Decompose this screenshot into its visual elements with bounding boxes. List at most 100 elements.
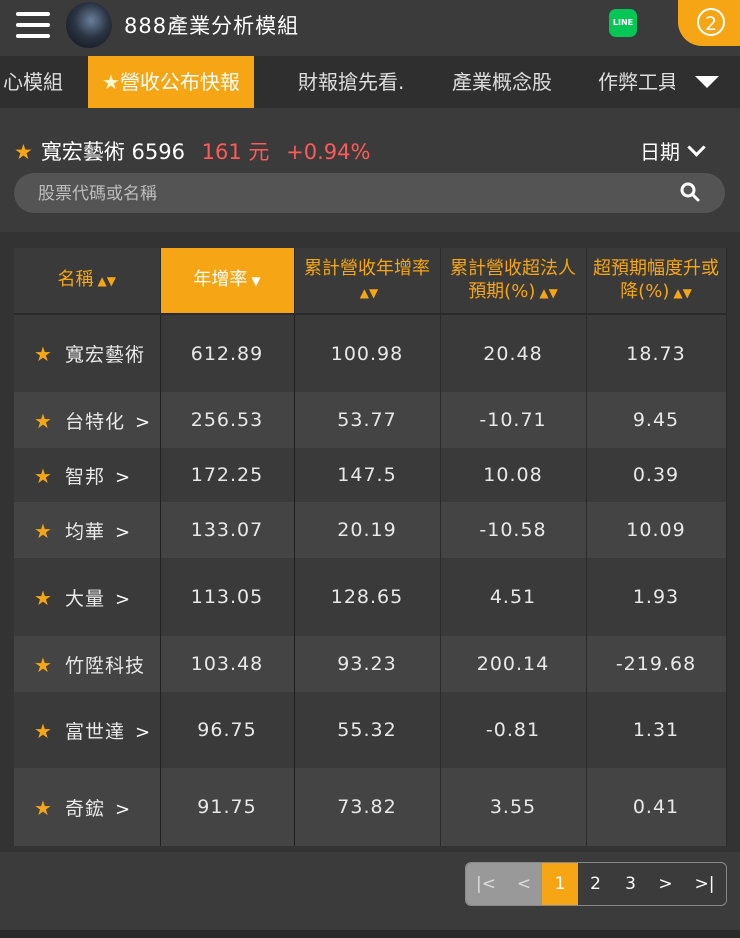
chevron-right-icon[interactable]: > — [135, 722, 151, 743]
table-row[interactable]: ★ 大量 >113.05 128.65 4.51 1.93 — [14, 558, 727, 636]
app-title: 888產業分析模組 — [124, 14, 300, 38]
column-header-label: 超預期幅度升或降(%) — [593, 257, 719, 302]
value-cell: 0.41 — [586, 768, 727, 846]
stock-name: 台特化 — [64, 410, 125, 433]
stock-name-cell[interactable]: ★ 台特化 > — [14, 392, 161, 448]
stock-name-cell[interactable]: ★ 大量 > — [14, 558, 161, 636]
module-tabs: 心模組 ★營收公布快報 財報搶先看. 產業概念股 作弊工具 — [0, 56, 740, 108]
value-cell: -219.68 — [586, 636, 727, 692]
star-icon[interactable]: ★ — [34, 653, 53, 677]
chevron-right-icon[interactable]: > — [135, 412, 151, 433]
column-header-cum-yoy[interactable]: 累計營收年增率 ▲▼ — [294, 248, 441, 315]
value-cell: 10.08 — [440, 448, 587, 502]
stock-price: 161 元 — [201, 140, 270, 164]
value-cell: 1.31 — [586, 692, 727, 768]
stock-name-cell[interactable]: ★ 奇鋐 > — [14, 768, 161, 846]
value-cell: -10.58 — [440, 502, 587, 558]
stock-name: 均華 — [64, 520, 105, 543]
stock-name: 智邦 — [64, 465, 105, 488]
prev-page-button[interactable]: < — [506, 863, 542, 905]
search-input[interactable] — [36, 178, 660, 210]
tabs-more-button[interactable] — [675, 56, 740, 108]
star-icon[interactable]: ★ — [34, 519, 53, 543]
stock-name-cell[interactable]: ★ 竹陞科技 — [14, 636, 161, 692]
value-cell: 1.93 — [586, 558, 727, 636]
star-icon[interactable]: ★ — [34, 586, 53, 610]
value-cell: 3.55 — [440, 768, 587, 846]
tab-core-module[interactable]: 心模組 — [3, 56, 63, 108]
column-header-yoy[interactable]: 年增率 ▼ — [160, 248, 295, 315]
star-icon[interactable]: ★ — [34, 464, 53, 488]
page-button-1[interactable]: 1 — [542, 863, 578, 905]
app-logo — [66, 2, 112, 48]
hamburger-menu-icon[interactable] — [16, 12, 50, 40]
value-cell: 200.14 — [440, 636, 587, 692]
value-cell: 4.51 — [440, 558, 587, 636]
sort-icon: ▲▼ — [673, 285, 692, 300]
chevron-right-icon[interactable]: > — [115, 589, 131, 610]
star-icon[interactable]: ★ — [34, 342, 53, 366]
star-icon: ★ — [102, 70, 120, 94]
table-row[interactable]: ★ 竹陞科技 103.48 93.23 200.14 -219.68 — [14, 636, 727, 692]
table-row[interactable]: ★ 均華 >133.07 20.19 -10.58 10.09 — [14, 502, 727, 558]
value-cell: 128.65 — [294, 558, 441, 636]
tab-revenue-flash[interactable]: ★營收公布快報 — [88, 56, 254, 108]
chevron-right-icon[interactable]: > — [115, 799, 131, 820]
value-cell: 147.5 — [294, 448, 441, 502]
value-cell: 100.98 — [294, 314, 441, 392]
chevron-right-icon[interactable]: > — [115, 522, 131, 543]
value-cell: 256.53 — [160, 392, 295, 448]
date-dropdown[interactable]: 日期 — [640, 136, 706, 165]
page-button-2[interactable]: 2 — [578, 863, 613, 905]
chevron-down-icon — [695, 76, 719, 88]
column-header-name[interactable]: 名稱 ▲▼ — [14, 248, 161, 315]
app-header: 888產業分析模組 LINE 2 — [0, 0, 740, 56]
star-icon[interactable]: ★ — [34, 719, 53, 743]
star-icon[interactable]: ★ — [14, 140, 33, 164]
value-cell: 53.77 — [294, 392, 441, 448]
value-cell: 93.23 — [294, 636, 441, 692]
value-cell: 91.75 — [160, 768, 295, 846]
next-page-button[interactable]: > — [648, 863, 683, 905]
table-row[interactable]: ★ 寬宏藝術 612.89 100.98 20.48 18.73 — [14, 314, 727, 392]
results-table-panel: 名稱 ▲▼ 年增率 ▼ 累計營收年增率▲▼ 累計營收超法人預期(%) ▲▼ 超預期幅度… — [0, 232, 740, 852]
page-button-3[interactable]: 3 — [613, 863, 648, 905]
value-cell: -10.71 — [440, 392, 587, 448]
column-header-label: 累計營收年增率 — [304, 257, 430, 279]
search-icon[interactable] — [680, 182, 700, 202]
column-header-beat-estimate[interactable]: 累計營收超法人預期(%) ▲▼ — [440, 248, 587, 315]
value-cell: -0.81 — [440, 692, 587, 768]
value-cell: 18.73 — [586, 314, 727, 392]
bottom-bar — [0, 930, 740, 938]
line-share-icon[interactable]: LINE — [609, 9, 637, 37]
table-row[interactable]: ★ 奇鋐 >91.75 73.82 3.55 0.41 — [14, 768, 727, 846]
pagination: |< < 1 2 3 > >| — [465, 862, 727, 906]
star-icon[interactable]: ★ — [34, 409, 53, 433]
star-icon[interactable]: ★ — [34, 796, 53, 820]
last-page-button[interactable]: >| — [683, 863, 726, 905]
tab-cheat-tools[interactable]: 作弊工具 — [598, 56, 678, 108]
table-row[interactable]: ★ 台特化 >256.53 53.77 -10.71 9.45 — [14, 392, 727, 448]
stock-name-cell[interactable]: ★ 寬宏藝術 — [14, 314, 161, 392]
tab-industry-concept[interactable]: 產業概念股 — [452, 56, 552, 108]
stock-code: 6596 — [131, 140, 185, 164]
stock-name: 寬宏藝術 — [64, 344, 145, 366]
table-row[interactable]: ★ 智邦 >172.25 147.5 10.08 0.39 — [14, 448, 727, 502]
date-label: 日期 — [640, 140, 680, 164]
table-row[interactable]: ★ 富世達 >96.75 55.32 -0.81 1.31 — [14, 692, 727, 768]
first-page-button[interactable]: |< — [466, 863, 506, 905]
results-table: 名稱 ▲▼ 年增率 ▼ 累計營收年增率▲▼ 累計營收超法人預期(%) ▲▼ 超預期幅度… — [14, 248, 727, 846]
stock-name-cell[interactable]: ★ 智邦 > — [14, 448, 161, 502]
value-cell: 103.48 — [160, 636, 295, 692]
value-cell: 113.05 — [160, 558, 295, 636]
notification-button[interactable]: 2 — [678, 0, 740, 46]
tab-earnings-preview[interactable]: 財報搶先看. — [298, 56, 404, 108]
stock-name-cell[interactable]: ★ 均華 > — [14, 502, 161, 558]
tab-revenue-flash-label: 營收公布快報 — [119, 70, 240, 94]
value-cell: 9.45 — [586, 392, 727, 448]
column-header-beat-change[interactable]: 超預期幅度升或降(%) ▲▼ — [586, 248, 727, 315]
stock-name-cell[interactable]: ★ 富世達 > — [14, 692, 161, 768]
chevron-right-icon[interactable]: > — [115, 467, 131, 488]
value-cell: 96.75 — [160, 692, 295, 768]
value-cell: 20.19 — [294, 502, 441, 558]
